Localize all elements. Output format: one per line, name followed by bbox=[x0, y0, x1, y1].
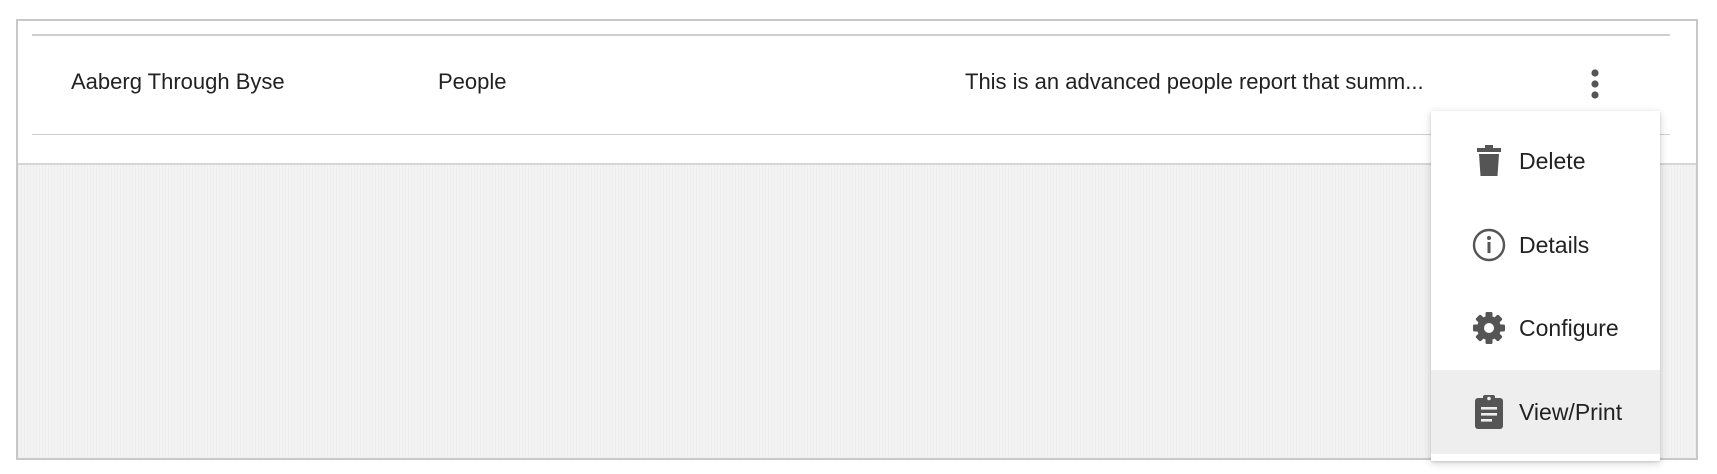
clipboard-icon bbox=[1471, 394, 1507, 430]
row-actions-menu: Delete Details Configure View/Print bbox=[1431, 111, 1660, 461]
more-actions-button[interactable] bbox=[1580, 65, 1610, 103]
more-vertical-icon bbox=[1591, 69, 1599, 99]
report-name: Aaberg Through Byse bbox=[71, 69, 285, 94]
report-description: This is an advanced people report that s… bbox=[965, 69, 1424, 94]
gear-icon bbox=[1471, 310, 1507, 346]
trash-icon bbox=[1471, 143, 1507, 179]
menu-item-label: View/Print bbox=[1519, 398, 1623, 425]
row-divider-bottom bbox=[32, 134, 1670, 135]
row-divider-top bbox=[32, 34, 1670, 36]
menu-item-view-print[interactable]: View/Print bbox=[1431, 370, 1660, 454]
menu-item-configure[interactable]: Configure bbox=[1431, 286, 1660, 370]
menu-item-label: Configure bbox=[1519, 314, 1619, 341]
menu-item-label: Details bbox=[1519, 231, 1590, 258]
menu-item-details[interactable]: Details bbox=[1431, 203, 1660, 287]
info-icon bbox=[1471, 227, 1507, 263]
report-type: People bbox=[438, 69, 507, 94]
menu-item-label: Delete bbox=[1519, 147, 1586, 174]
menu-item-delete[interactable]: Delete bbox=[1431, 119, 1660, 203]
